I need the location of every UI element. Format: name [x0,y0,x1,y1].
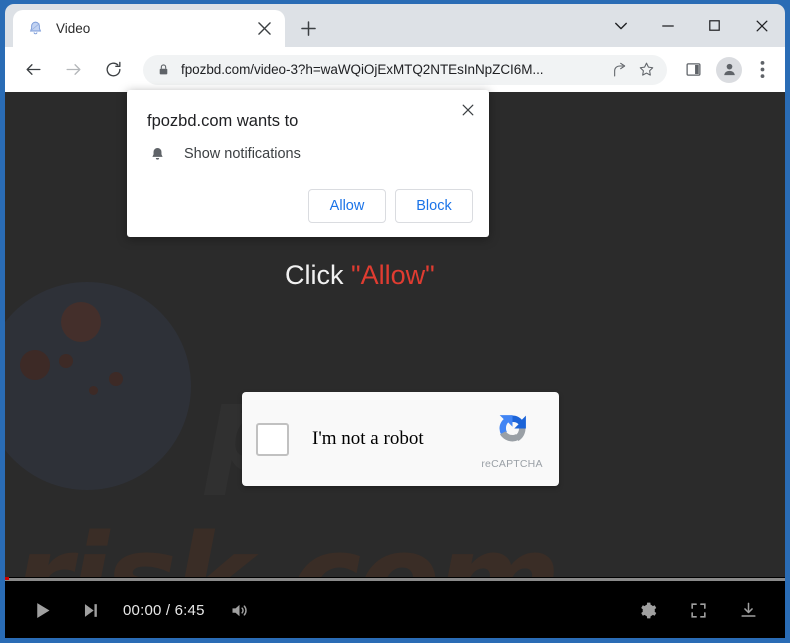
crater [61,302,101,342]
fullscreen-icon[interactable] [679,591,717,629]
page-instruction-text: Click "Allow" [285,260,435,291]
tab-title: Video [56,21,91,36]
download-icon[interactable] [729,591,767,629]
recaptcha-brand-text: reCAPTCHA [481,457,543,470]
address-bar[interactable]: fpozbd.com/video-3?h=waWQiOjExMTQ2NTEsIn… [143,54,667,85]
allow-button[interactable]: Allow [308,189,386,223]
side-panel-icon[interactable] [678,55,708,85]
decorative-planet-graphic [5,282,191,490]
recaptcha-logo-icon [493,409,532,453]
gear-icon[interactable] [629,591,667,629]
permission-dialog-actions: Allow Block [299,189,473,223]
recaptcha-checkbox[interactable] [256,422,289,456]
notification-permission-dialog: fpozbd.com wants to Show notifications A… [127,90,489,237]
browser-window: Video fpozbd.com/video-3?h=waWQiOjExMTQ2… [0,0,790,643]
star-icon[interactable] [633,57,659,83]
bell-icon [27,20,44,37]
crater [109,372,123,386]
player-time-display: 00:00 / 6:45 [123,601,205,619]
lock-icon [157,63,170,76]
player-progress-track [5,578,785,581]
next-track-icon[interactable] [71,591,109,629]
browser-toolbar: fpozbd.com/video-3?h=waWQiOjExMTQ2NTEsIn… [5,47,785,92]
block-button[interactable]: Block [395,189,473,223]
minimize-button[interactable] [644,4,691,47]
recaptcha-brand: reCAPTCHA [479,409,545,470]
permission-request-row: Show notifications [147,144,301,164]
recaptcha-widget[interactable]: I'm not a robot reCAPTCHA [242,392,559,486]
permission-dialog-title: fpozbd.com wants to [147,112,299,130]
profile-avatar-icon[interactable] [716,56,742,83]
maximize-button[interactable] [691,4,738,47]
three-dot-menu-icon[interactable] [747,55,777,85]
window-controls [597,4,785,47]
back-arrow-icon[interactable] [17,54,49,86]
crater [59,354,73,368]
tab-search-button[interactable] [597,4,644,47]
player-progress-played [5,577,9,580]
close-button[interactable] [738,4,785,47]
share-icon[interactable] [607,57,633,83]
new-tab-button[interactable] [294,14,322,42]
video-player-controls: 00:00 / 6:45 [5,582,785,638]
browser-tab-video[interactable]: Video [13,10,285,47]
crater [20,350,50,380]
recaptcha-label: I'm not a robot [312,428,424,449]
instruction-highlight: "Allow" [351,260,435,290]
tab-close-icon[interactable] [253,18,275,40]
reload-icon[interactable] [97,54,129,86]
play-icon[interactable] [23,591,61,629]
crater [89,386,98,395]
volume-icon[interactable] [221,591,259,629]
tab-strip: Video [5,4,785,47]
address-bar-text: fpozbd.com/video-3?h=waWQiOjExMTQ2NTEsIn… [181,62,544,77]
close-icon[interactable] [455,97,481,123]
bell-icon [147,144,167,164]
instruction-prefix: Click [285,260,351,290]
permission-item-label: Show notifications [184,146,301,162]
forward-arrow-icon[interactable] [57,54,89,86]
